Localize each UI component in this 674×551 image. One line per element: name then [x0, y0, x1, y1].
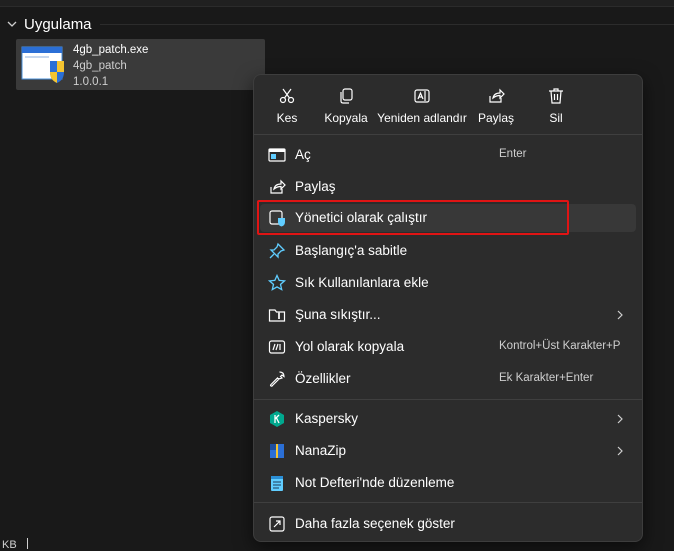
copy-button[interactable]: Kopyala [324, 85, 368, 129]
menu-item-label: Sık Kullanılanlara ekle [295, 275, 429, 290]
menu-item-label: Daha fazla seçenek göster [295, 516, 455, 531]
chevron-right-icon [617, 414, 623, 424]
file-version: 1.0.0.1 [73, 76, 109, 88]
menu-item-label: Yol olarak kopyala [295, 339, 405, 354]
share-icon [489, 88, 505, 103]
menu-item-label: Özellikler [295, 371, 351, 386]
menu-item-label: NanaZip [295, 443, 347, 458]
file-name: 4gb_patch.exe [73, 44, 149, 56]
file-description: 4gb_patch [73, 60, 127, 72]
menu-item-share[interactable]: Paylaş [260, 173, 636, 201]
pin-icon [269, 242, 286, 259]
cut-label: Kes [276, 111, 298, 125]
menu-item-open[interactable]: Aç Enter [260, 141, 636, 169]
quick-actions-bar: Kes Kopyala Yeniden adlandır Paylaş Sil [254, 75, 642, 135]
copy-path-icon [268, 340, 286, 354]
menu-item-shortcut: Kontrol+Üst Karakter+P [499, 340, 621, 352]
copy-icon [340, 88, 353, 104]
menu-item-shortcut: Ek Karakter+Enter [499, 372, 594, 384]
rename-label: Yeniden adlandır [377, 111, 467, 125]
menu-item-compress-to[interactable]: Şuna sıkıştır... [260, 301, 636, 329]
menu-item-label: Kaspersky [295, 411, 359, 426]
status-divider [26, 538, 28, 549]
menu-separator [254, 502, 642, 503]
menu-separator [254, 134, 642, 135]
status-bar: KB [2, 538, 28, 551]
menu-item-label: Şuna sıkıştır... [295, 307, 381, 322]
star-icon [268, 274, 286, 291]
chevron-right-icon [617, 446, 623, 456]
scissors-icon [279, 88, 295, 104]
delete-button[interactable]: Sil [545, 85, 567, 129]
kaspersky-icon [270, 411, 284, 427]
share-icon [270, 179, 286, 194]
wrench-icon [269, 371, 285, 387]
rename-button[interactable]: Yeniden adlandır [376, 85, 468, 129]
copy-label: Kopyala [324, 111, 368, 125]
menu-item-edit-in-notepad[interactable]: Not Defteri'nde düzenleme [260, 469, 636, 497]
menu-item-pin-to-start[interactable]: Başlangıç'a sabitle [260, 237, 636, 265]
zip-folder-icon [268, 309, 286, 322]
menu-item-copy-as-path[interactable]: Yol olarak kopyala Kontrol+Üst Karakter+… [260, 333, 636, 361]
menu-item-properties[interactable]: Özellikler Ek Karakter+Enter [260, 365, 636, 393]
group-title: Uygulama [24, 15, 92, 33]
menu-item-label: Not Defteri'nde düzenleme [295, 475, 455, 490]
trash-icon [549, 88, 563, 104]
top-bar [0, 0, 674, 7]
nanazip-icon [270, 444, 284, 458]
menu-item-label: Başlangıç'a sabitle [295, 243, 408, 258]
exe-shield-icon [21, 46, 64, 83]
context-menu: Kes Kopyala Yeniden adlandır Paylaş Sil … [253, 74, 643, 542]
share-label: Paylaş [477, 111, 515, 125]
menu-item-nanazip[interactable]: NanaZip [260, 437, 636, 465]
rename-icon [414, 89, 430, 103]
menu-item-add-favorites[interactable]: Sık Kullanılanlara ekle [260, 269, 636, 297]
menu-item-label: Paylaş [295, 179, 336, 194]
share-button[interactable]: Paylaş [478, 85, 514, 129]
annotation-highlight-box [257, 200, 569, 235]
group-header[interactable]: Uygulama [6, 14, 92, 34]
status-text: KB [2, 539, 17, 551]
menu-item-show-more-options[interactable]: Daha fazla seçenek göster [260, 510, 636, 538]
menu-separator [254, 399, 642, 400]
chevron-down-icon[interactable] [6, 18, 18, 30]
menu-item-kaspersky[interactable]: Kaspersky [260, 405, 636, 433]
menu-item-label: Aç [295, 147, 311, 162]
file-item[interactable]: 4gb_patch.exe 4gb_patch 1.0.0.1 [16, 39, 265, 90]
delete-label: Sil [549, 111, 563, 125]
group-divider [100, 24, 674, 25]
cut-button[interactable]: Kes [274, 85, 300, 129]
open-app-icon [268, 148, 286, 162]
menu-item-shortcut: Enter [499, 148, 527, 160]
more-options-icon [269, 516, 285, 532]
notepad-icon [271, 476, 283, 491]
chevron-right-icon [617, 310, 623, 320]
